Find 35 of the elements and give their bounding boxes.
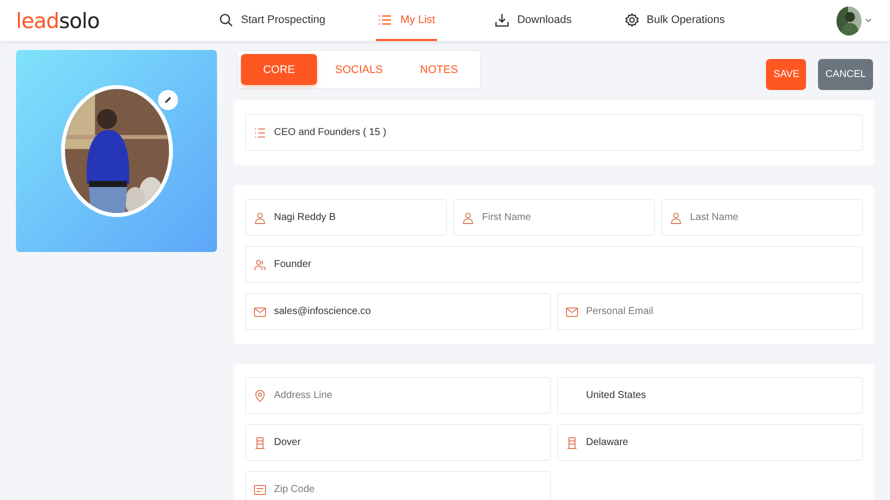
logo[interactable]: leadsolo: [16, 8, 216, 32]
nav-link[interactable]: Downloads: [493, 0, 574, 41]
person-icon: [670, 212, 682, 224]
input-field[interactable]: Dover: [245, 424, 551, 461]
input-field[interactable]: United States: [557, 377, 863, 414]
input-field[interactable]: First Name: [453, 199, 655, 236]
input-field[interactable]: sales@infoscience.co: [245, 293, 551, 330]
envelope-icon: [254, 306, 266, 318]
list-icon: [378, 14, 392, 26]
edit-photo-button[interactable]: [158, 90, 178, 110]
pencil-icon: [164, 96, 172, 104]
building-icon: [566, 437, 578, 449]
envelope-icon: [566, 306, 578, 318]
people-icon: [254, 259, 266, 271]
input-field[interactable]: Delaware: [557, 424, 863, 461]
input-field[interactable]: CEO and Founders ( 15 ): [245, 114, 863, 151]
list-icon: [254, 127, 266, 139]
person-icon: [462, 212, 474, 224]
card-icon: [254, 484, 266, 496]
input-field[interactable]: Nagi Reddy B: [245, 199, 447, 236]
cancel-button[interactable]: CANCEL: [818, 59, 873, 90]
input-field[interactable]: Personal Email: [557, 293, 863, 330]
location-pin-icon: [254, 390, 266, 402]
nav-link[interactable]: Bulk Operations: [622, 0, 727, 41]
input-field[interactable]: Zip Code: [245, 471, 551, 500]
input-field[interactable]: Founder: [245, 246, 863, 283]
person-icon: [254, 212, 266, 224]
building-icon: [254, 437, 266, 449]
download-icon: [495, 12, 510, 26]
nav-link[interactable]: Start Prospecting: [217, 0, 328, 41]
input-field[interactable]: Address Line: [245, 377, 551, 414]
input-field[interactable]: Last Name: [661, 199, 863, 236]
settings-icon: [624, 12, 639, 26]
search-icon: [219, 12, 233, 26]
caret-icon[interactable]: [865, 18, 872, 23]
